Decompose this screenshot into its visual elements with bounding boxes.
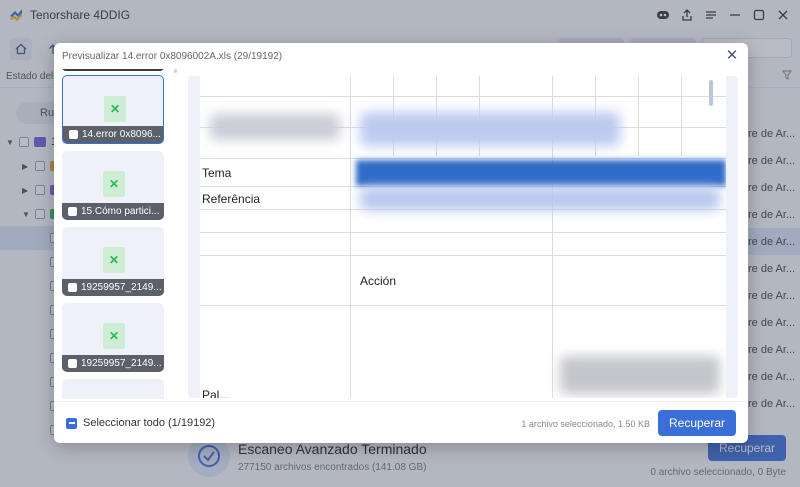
thumbnail-previous[interactable] bbox=[62, 69, 164, 71]
blurred-content bbox=[560, 356, 720, 394]
cell-accion: Acción bbox=[360, 274, 397, 288]
grid-line bbox=[681, 76, 682, 156]
dialog-footer: Seleccionar todo (1/19192) 1 archivo sel… bbox=[54, 401, 748, 443]
document-preview: Tema Referência Acción Pal... bbox=[188, 76, 738, 398]
thumbnail-name: 15.Cómo partici... bbox=[81, 206, 160, 217]
blurred-content bbox=[360, 112, 620, 146]
grid-line bbox=[200, 232, 726, 233]
scrollbar-thumb[interactable] bbox=[709, 80, 713, 106]
cell-referencia: Referência bbox=[202, 192, 261, 206]
thumbnail-item[interactable]: ✕ 14.error 0x8096... bbox=[62, 75, 164, 144]
dialog-header: Previsualizar 14.error 0x8096002A.xls (2… bbox=[54, 43, 748, 69]
thumbnail-label: 14.error 0x8096... bbox=[63, 126, 163, 143]
blurred-content bbox=[356, 160, 726, 186]
thumbnail-strip: ✕ 14.error 0x8096... ✕ 15.Cómo partici..… bbox=[54, 69, 178, 399]
thumbnail-item[interactable] bbox=[62, 379, 164, 399]
selection-info: 1 archivo seleccionado, 1.50 KB bbox=[521, 419, 650, 429]
close-icon[interactable]: ✕ bbox=[724, 47, 740, 63]
recover-button[interactable]: Recuperar bbox=[658, 410, 736, 436]
grid-line bbox=[200, 158, 726, 159]
cell-cut: Pal... bbox=[202, 388, 230, 398]
blurred-content bbox=[210, 114, 340, 140]
xls-file-icon: ✕ bbox=[103, 171, 125, 197]
thumbnail-item[interactable]: ✕ 19259957_2149... bbox=[62, 303, 164, 372]
xls-file-icon: ✕ bbox=[104, 96, 126, 122]
cell-tema: Tema bbox=[202, 166, 232, 180]
thumbnail-label: 19259957_2149... bbox=[62, 355, 164, 372]
xls-file-icon: ✕ bbox=[103, 323, 125, 349]
checkbox[interactable] bbox=[68, 207, 77, 216]
grid-line bbox=[350, 76, 351, 398]
thumbnail-label: 19259957_2149... bbox=[62, 279, 164, 296]
xls-file-icon: ✕ bbox=[103, 247, 125, 273]
thumbnail-name: 14.error 0x8096... bbox=[82, 129, 161, 140]
select-all[interactable]: Seleccionar todo (1/19192) bbox=[66, 417, 215, 429]
select-all-label: Seleccionar todo (1/19192) bbox=[83, 417, 216, 429]
thumbnail-item[interactable]: ✕ 15.Cómo partici... bbox=[62, 151, 164, 220]
thumbnail-scrollbar[interactable] bbox=[174, 69, 177, 73]
blurred-content bbox=[360, 188, 720, 210]
preview-scrollbar[interactable] bbox=[708, 76, 714, 398]
grid-line bbox=[200, 186, 726, 187]
checkbox[interactable] bbox=[68, 283, 77, 292]
checkbox[interactable] bbox=[68, 359, 77, 368]
partial-checkbox-icon[interactable] bbox=[66, 417, 77, 429]
grid-line bbox=[638, 76, 639, 156]
thumbnail-name: 19259957_2149... bbox=[81, 282, 162, 293]
grid-line bbox=[200, 305, 726, 306]
thumbnail-item[interactable]: ✕ 19259957_2149... bbox=[62, 227, 164, 296]
grid-line bbox=[200, 96, 726, 97]
thumbnail-label: 15.Cómo partici... bbox=[62, 203, 164, 220]
thumbnail-name: 19259957_2149... bbox=[81, 358, 162, 369]
grid-line bbox=[200, 255, 726, 256]
dialog-title: Previsualizar 14.error 0x8096002A.xls (2… bbox=[62, 50, 283, 62]
checkbox[interactable] bbox=[69, 130, 78, 139]
spreadsheet-preview: Tema Referência Acción Pal... bbox=[200, 76, 726, 398]
preview-dialog: Previsualizar 14.error 0x8096002A.xls (2… bbox=[54, 43, 748, 443]
